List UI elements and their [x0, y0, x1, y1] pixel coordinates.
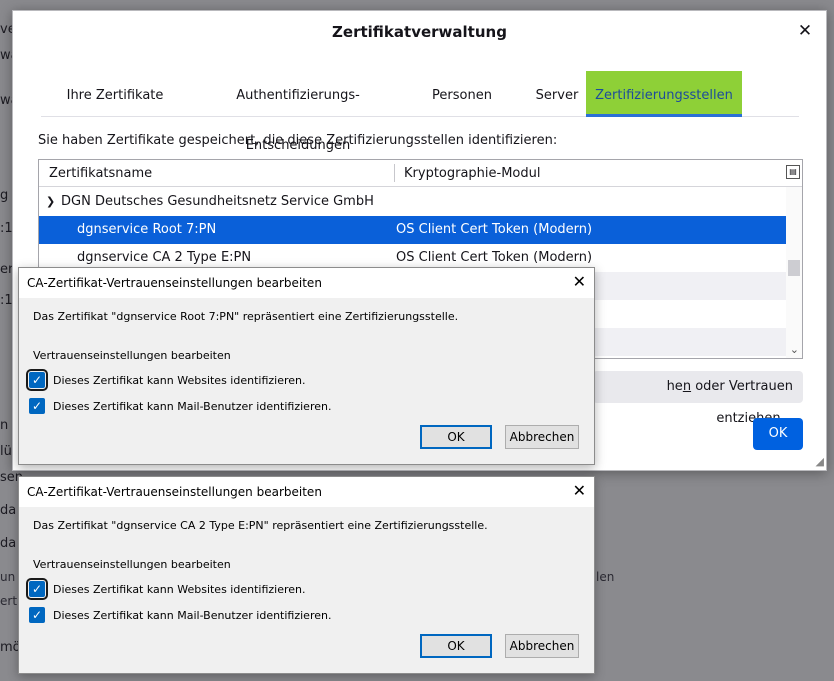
background-text: un [0, 570, 16, 584]
intro-text: Sie haben Zertifikate gespeichert, die d… [38, 133, 558, 148]
ok-button[interactable]: OK [753, 418, 803, 450]
dialog-description: Das Zertifikat "dgnservice Root 7:PN" re… [33, 310, 459, 323]
background-text: ert [0, 594, 18, 608]
title-bar: CA-Zertifikat-Vertrauenseinstellungen be… [19, 477, 594, 507]
tab-your-certificates[interactable]: Ihre Zertifikate [41, 71, 189, 117]
cancel-button[interactable]: Abbrechen [505, 425, 579, 449]
cert-name: dgnservice Root 7:PN [77, 222, 217, 237]
column-separator[interactable] [394, 164, 395, 182]
scrollbar-thumb[interactable] [788, 260, 800, 276]
background-text: :1 [0, 293, 13, 308]
background-text: da [0, 503, 17, 518]
trust-subheading: Vertrauenseinstellungen bearbeiten [33, 558, 231, 571]
websites-checkbox-label[interactable]: Dieses Zertifikat kann Websites identifi… [53, 374, 306, 387]
close-icon[interactable]: ✕ [794, 20, 816, 42]
delete-or-distrust-button[interactable]: hen oder Vertrauen entziehen... [593, 371, 803, 426]
cert-module: OS Client Cert Token (Modern) [396, 222, 593, 237]
mail-checkbox[interactable]: ✓ [29, 398, 45, 414]
group-label: DGN Deutsches Gesundheitsnetz Service Gm… [61, 194, 374, 209]
websites-checkbox-label[interactable]: Dieses Zertifikat kann Websites identifi… [53, 583, 306, 596]
close-icon[interactable]: ✕ [573, 481, 586, 500]
title-bar: CA-Zertifikat-Vertrauenseinstellungen be… [19, 268, 594, 298]
trust-settings-dialog-1: CA-Zertifikat-Vertrauenseinstellungen be… [18, 267, 595, 465]
tree-header: Zertifikatsname Kryptographie-Modul ▤ [39, 160, 802, 187]
background-text: g [0, 188, 9, 203]
tab-bar: Ihre Zertifikate Authentifizierungs-Ents… [41, 71, 799, 153]
trust-settings-dialog-2: CA-Zertifikat-Vertrauenseinstellungen be… [18, 476, 595, 674]
close-icon[interactable]: ✕ [573, 272, 586, 291]
column-header-module[interactable]: Kryptographie-Modul [404, 166, 541, 181]
ok-button[interactable]: OK [420, 634, 492, 658]
column-picker-icon[interactable]: ▤ [786, 165, 800, 179]
tab-authentication-decisions[interactable]: Authentifizierungs-Entscheidungen [189, 71, 407, 153]
websites-checkbox[interactable]: ✓ [26, 578, 48, 600]
cancel-button[interactable]: Abbrechen [505, 634, 579, 658]
trust-subheading: Vertrauenseinstellungen bearbeiten [33, 349, 231, 362]
dialog-title: CA-Zertifikat-Vertrauenseinstellungen be… [27, 485, 322, 499]
ok-button[interactable]: OK [420, 425, 492, 449]
column-header-name[interactable]: Zertifikatsname [49, 166, 152, 181]
background-text: da [0, 536, 17, 551]
mail-checkbox-label[interactable]: Dieses Zertifikat kann Mail-Benutzer ide… [53, 400, 331, 413]
websites-checkbox[interactable]: ✓ [26, 369, 48, 391]
tab-servers[interactable]: Server [517, 71, 597, 117]
background-text: len [596, 570, 615, 584]
background-text: lü [0, 444, 12, 459]
delete-button-label-start: he [666, 379, 683, 394]
delete-button-accesskey: n [682, 379, 692, 394]
resize-grip-icon[interactable]: ◢ [816, 455, 824, 468]
dialog-description: Das Zertifikat "dgnservice CA 2 Type E:P… [33, 519, 488, 532]
background-text: :1 [0, 221, 13, 236]
vertical-scrollbar[interactable]: ⌄ [786, 187, 802, 358]
tree-group-row[interactable]: ❯ DGN Deutsches Gesundheitsnetz Service … [39, 188, 786, 216]
chevron-down-icon[interactable]: ❯ [46, 188, 55, 216]
mail-checkbox[interactable]: ✓ [29, 607, 45, 623]
tab-people[interactable]: Personen [407, 71, 517, 117]
tab-authorities[interactable]: Zertifizierungsstellen [586, 71, 742, 117]
dialog-title: CA-Zertifikat-Vertrauenseinstellungen be… [27, 276, 322, 290]
mail-checkbox-label[interactable]: Dieses Zertifikat kann Mail-Benutzer ide… [53, 609, 331, 622]
dialog-title: Zertifikatverwaltung [332, 23, 507, 41]
scroll-down-icon[interactable]: ⌄ [790, 343, 799, 356]
table-row[interactable]: dgnservice Root 7:PN OS Client Cert Toke… [39, 216, 786, 244]
